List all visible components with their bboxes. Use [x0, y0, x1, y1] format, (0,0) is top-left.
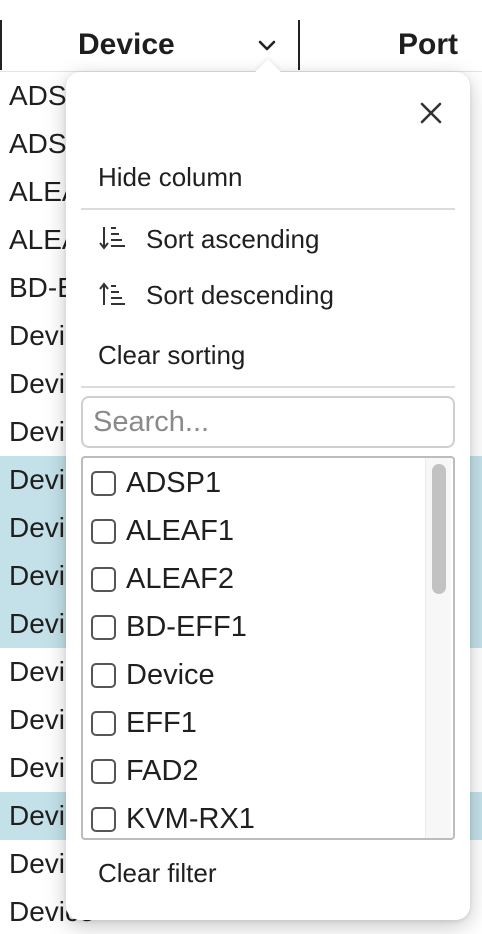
filter-option[interactable]: ALEAF2: [91, 555, 234, 603]
scrollbar[interactable]: [425, 458, 451, 838]
table-header: Device Port: [0, 0, 482, 72]
clear-filter-item[interactable]: Clear filter: [98, 858, 216, 889]
sort-descending-icon: [99, 282, 125, 305]
column-divider[interactable]: [0, 20, 2, 70]
close-icon[interactable]: [416, 98, 446, 128]
filter-option-label: BD-EFF1: [126, 610, 247, 643]
checkbox[interactable]: [91, 470, 116, 496]
column-title-port[interactable]: Port: [398, 28, 458, 62]
filter-option-label: ADSP1: [126, 466, 222, 499]
checkbox[interactable]: [91, 806, 116, 832]
filter-option[interactable]: ALEAF1: [91, 507, 234, 555]
sort-ascending-icon: [99, 227, 125, 250]
search-input[interactable]: [81, 396, 455, 448]
menu-divider: [81, 208, 455, 210]
checkbox[interactable]: [91, 758, 116, 784]
filter-option[interactable]: FAD2: [91, 747, 199, 795]
checkbox[interactable]: [91, 566, 116, 592]
filter-option[interactable]: EFF1: [91, 699, 197, 747]
filter-option-label: ALEAF1: [126, 514, 234, 547]
chevron-down-icon[interactable]: [258, 40, 276, 52]
filter-option-label: EFF1: [126, 706, 197, 739]
filter-option-list[interactable]: KVM-RX1 FAD2 EFF1 Device BD-EFF1 ALEAF2 ALEAF1…: [81, 456, 455, 840]
hide-column-item[interactable]: Hide column: [98, 162, 243, 193]
checkbox[interactable]: [91, 614, 116, 640]
filter-option-label: FAD2: [126, 754, 199, 787]
filter-option-label: ALEAF2: [126, 562, 234, 595]
column-menu: Hide column Sort ascending Sort descendi…: [66, 72, 470, 920]
filter-option-label: KVM-RX1: [126, 802, 255, 835]
filter-option[interactable]: KVM-RX1: [91, 795, 255, 838]
column-divider[interactable]: [298, 20, 300, 70]
scrollbar-thumb[interactable]: [432, 464, 446, 594]
filter-option[interactable]: BD-EFF1: [91, 603, 247, 651]
column-title-device[interactable]: Device: [78, 28, 175, 62]
clear-sorting-item[interactable]: Clear sorting: [98, 340, 245, 371]
filter-option[interactable]: ADSP1: [91, 459, 221, 507]
sort-descending-item[interactable]: Sort descending: [146, 280, 334, 311]
filter-option-label: Device: [126, 658, 215, 691]
checkbox[interactable]: [91, 518, 116, 544]
menu-divider: [81, 386, 455, 388]
checkbox[interactable]: [91, 710, 116, 736]
sort-ascending-item[interactable]: Sort ascending: [146, 224, 319, 255]
filter-option[interactable]: Device: [91, 651, 215, 699]
checkbox[interactable]: [91, 662, 116, 688]
